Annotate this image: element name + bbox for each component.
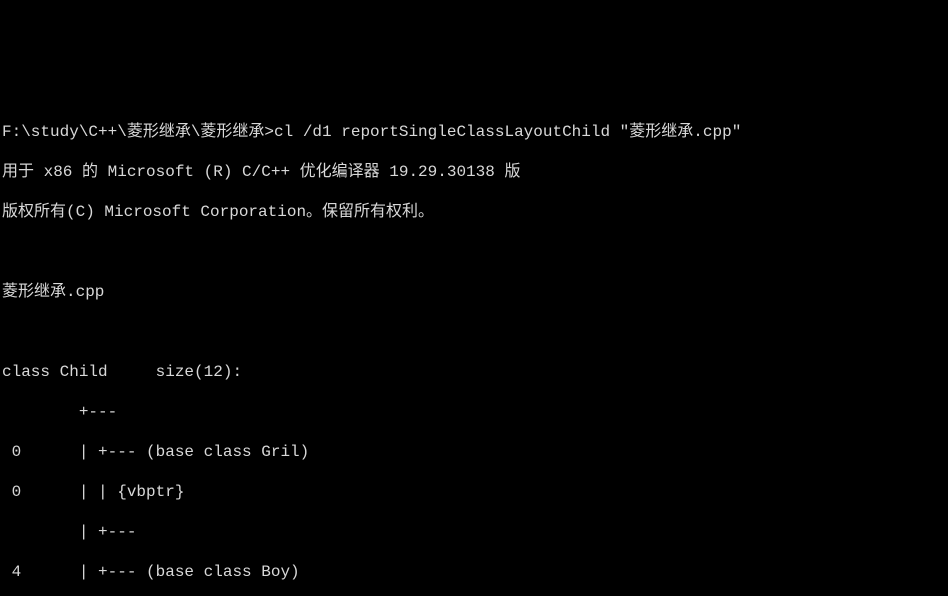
- source-file-line: 菱形继承.cpp: [2, 283, 104, 301]
- layout-line: 0 | +--- (base class Gril): [2, 443, 309, 461]
- compiler-banner-line: 用于 x86 的 Microsoft (R) C/C++ 优化编译器 19.29…: [2, 163, 520, 181]
- layout-line: | +---: [2, 523, 136, 541]
- terminal-output[interactable]: F:\study\C++\菱形继承\菱形继承>cl /d1 reportSing…: [0, 100, 948, 596]
- layout-line: +---: [2, 403, 117, 421]
- class-header-line: class Child size(12):: [2, 363, 242, 381]
- layout-line: 0 | | {vbptr}: [2, 483, 184, 501]
- command-line: F:\study\C++\菱形继承\菱形继承>cl /d1 reportSing…: [2, 123, 741, 141]
- compiler-copyright-line: 版权所有(C) Microsoft Corporation。保留所有权利。: [2, 203, 434, 221]
- layout-line: 4 | +--- (base class Boy): [2, 563, 300, 581]
